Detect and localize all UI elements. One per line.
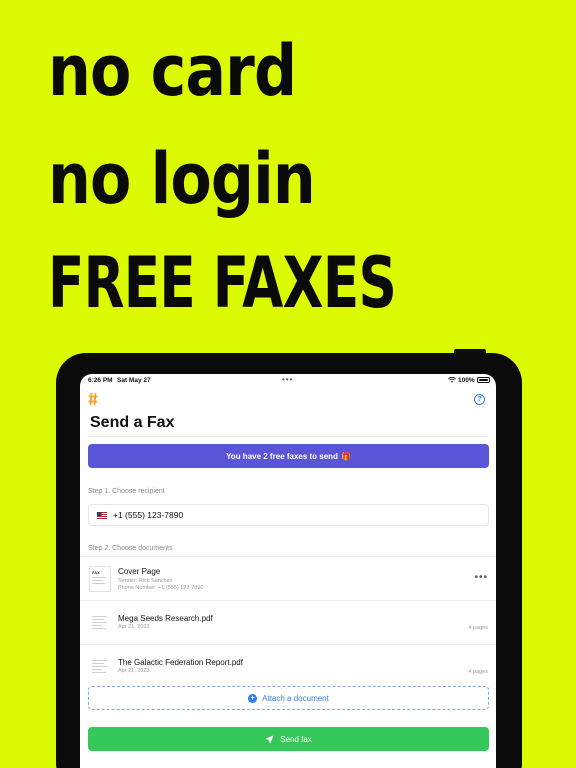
step1-label: Step 1. Choose recipient bbox=[88, 488, 165, 495]
attach-document-label: Attach a document bbox=[262, 693, 329, 703]
status-bar: 6:26 PM Sat May 27 ••• 100% bbox=[80, 374, 496, 388]
gift-icon: 🎁 bbox=[340, 451, 351, 461]
us-flag-icon bbox=[97, 511, 107, 519]
document-icon: FAX bbox=[92, 570, 106, 584]
free-faxes-banner[interactable]: You have 2 free faxes to send 🎁 bbox=[88, 444, 489, 468]
document-pages: 4 pages bbox=[468, 669, 488, 675]
title-divider bbox=[88, 436, 488, 437]
document-row-cover-page[interactable]: FAX Cover Page Sender: Rick Sanchez Phon… bbox=[80, 556, 496, 600]
step2-label: Step 2. Choose documents bbox=[88, 545, 173, 552]
document-thumbnail bbox=[89, 610, 111, 636]
attach-document-button[interactable]: + Attach a document bbox=[88, 686, 489, 710]
status-time: 6:26 PM bbox=[88, 377, 113, 384]
plus-icon: + bbox=[248, 693, 258, 703]
document-row-mega-seeds[interactable]: Mega Seeds Research.pdf Apr 21, 2023 4 p… bbox=[80, 600, 496, 644]
hash-logo-icon bbox=[88, 392, 98, 406]
device-volume-down bbox=[518, 434, 522, 460]
battery-percent: 100% bbox=[458, 377, 475, 384]
app-screen: 6:26 PM Sat May 27 ••• 100% ? Send a Fax… bbox=[80, 374, 496, 768]
document-pages: 4 pages bbox=[468, 625, 488, 631]
page-title: Send a Fax bbox=[90, 414, 175, 431]
send-fax-label: Send fax bbox=[280, 734, 312, 744]
device-volume-up bbox=[518, 403, 522, 429]
headline-no-card: no card bbox=[48, 30, 297, 112]
send-fax-button[interactable]: Send fax bbox=[88, 727, 489, 751]
document-name: The Galactic Federation Report.pdf bbox=[118, 658, 243, 667]
battery-icon bbox=[477, 377, 490, 383]
document-icon bbox=[92, 616, 107, 629]
document-row-galactic-federation[interactable]: The Galactic Federation Report.pdf Apr 2… bbox=[80, 644, 496, 688]
fax-cover-thumbnail: FAX bbox=[89, 566, 111, 592]
wifi-icon bbox=[448, 377, 456, 383]
headline-no-login: no login bbox=[48, 138, 316, 220]
headline-free-faxes: FREE FAXES bbox=[48, 242, 397, 324]
recipient-number: +1 (555) 123-7890 bbox=[113, 510, 184, 520]
help-icon[interactable]: ? bbox=[474, 394, 485, 405]
document-name: Mega Seeds Research.pdf bbox=[118, 614, 213, 623]
document-sender: Sender: Rick Sanchez bbox=[118, 578, 173, 584]
free-faxes-text: You have 2 free faxes to send bbox=[226, 451, 338, 461]
send-icon bbox=[265, 734, 274, 744]
document-date: Apr 21, 2023 bbox=[118, 668, 150, 674]
document-thumbnail bbox=[89, 654, 111, 680]
document-phone: Phone Number: +1 (555) 123-7890 bbox=[118, 585, 204, 591]
recipient-number-field[interactable]: +1 (555) 123-7890 bbox=[88, 504, 489, 526]
more-icon[interactable]: ••• bbox=[474, 572, 488, 583]
status-date: Sat May 27 bbox=[117, 377, 151, 384]
multitask-dots-icon[interactable]: ••• bbox=[282, 375, 293, 384]
svg-text:FAX: FAX bbox=[92, 570, 100, 575]
document-date: Apr 21, 2023 bbox=[118, 624, 150, 630]
document-name: Cover Page bbox=[118, 567, 161, 576]
document-icon bbox=[92, 660, 107, 673]
